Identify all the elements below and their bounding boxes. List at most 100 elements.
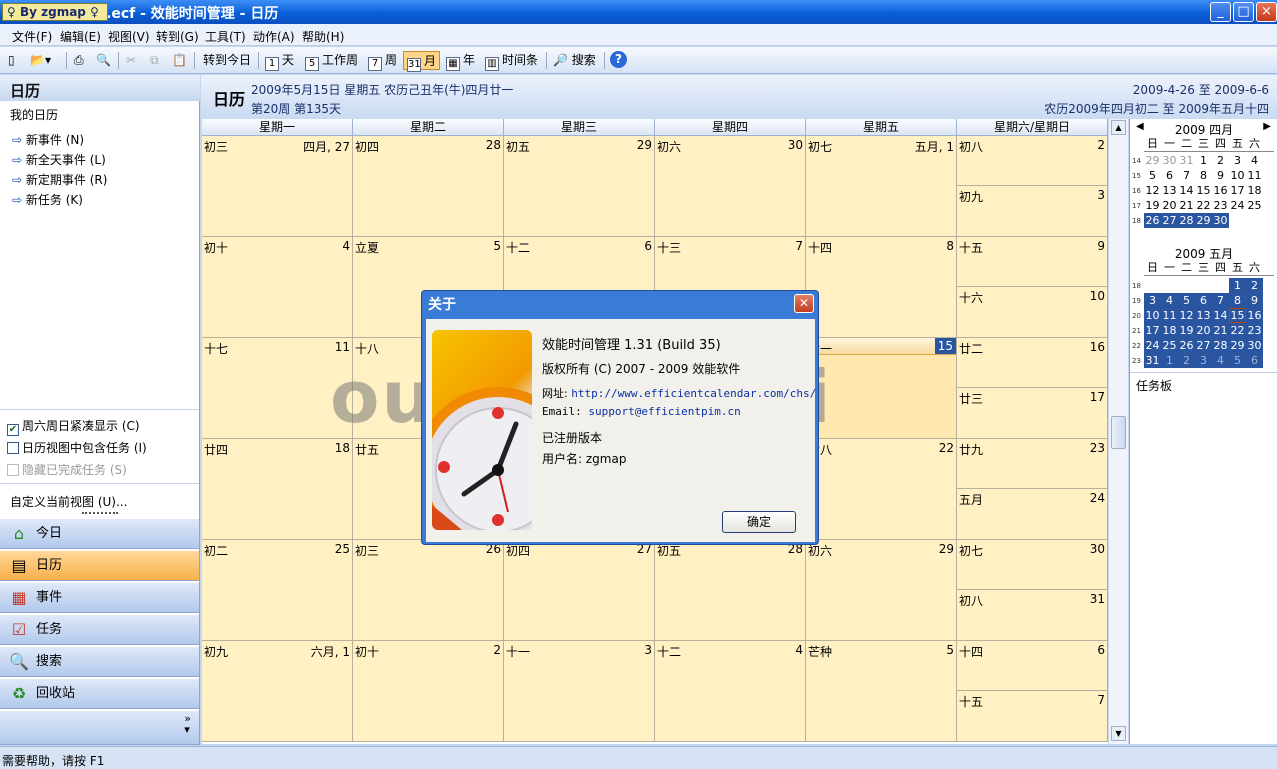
day-cell[interactable]: 初四 27 [504,540,655,641]
menu-tools[interactable]: 工具(T) [205,28,246,45]
mini-cal-day[interactable]: 18 [1161,323,1178,338]
mini-cal-day[interactable]: 25 [1161,338,1178,353]
nav-overflow[interactable]: » ▾ [0,710,199,745]
day-cell[interactable]: 初三 26 [353,540,504,641]
chevron-left-icon[interactable]: ◀ [1136,121,1144,132]
day-cell[interactable]: 初十 4 [202,237,353,338]
menu-goto[interactable]: 转到(G) [156,28,199,45]
menu-file[interactable]: 文件(F) [12,28,52,45]
day-view-button[interactable]: 1天 [265,51,294,71]
sunday-cell[interactable]: 初九 3 [957,186,1108,237]
mini-cal-day[interactable]: 17 [1229,183,1246,198]
mini-cal-day[interactable]: 7 [1178,168,1195,183]
mini-cal-day[interactable]: 4 [1246,153,1263,168]
menu-edit[interactable]: 编辑(E) [60,28,101,45]
mini-cal-day[interactable]: 3 [1144,293,1161,308]
mini-cal-day[interactable]: 4 [1212,353,1229,368]
day-cell[interactable]: 初九 六月, 1 [202,641,353,742]
nav-search[interactable]: 🔍 搜索 [0,646,199,677]
help-icon[interactable]: ? [610,51,627,68]
day-cell[interactable]: 初四 28 [353,136,504,237]
mini-cal-day[interactable]: 11 [1246,168,1263,183]
mini-cal-day[interactable]: 14 [1178,183,1195,198]
mini-cal-day[interactable]: 16 [1246,308,1263,323]
print-preview-icon[interactable]: 🔍 [96,51,111,70]
sunday-cell[interactable]: 十五 7 [957,691,1108,742]
week-view-button[interactable]: 7周 [368,51,397,71]
saturday-cell[interactable]: 十四 6 [957,641,1108,691]
mini-cal-day[interactable]: 20 [1161,198,1178,213]
day-cell[interactable]: 芒种 5 [806,641,957,742]
mini-cal-day[interactable]: 24 [1144,338,1161,353]
mini-cal-day[interactable]: 22 [1229,323,1246,338]
day-cell[interactable]: 十一 3 [504,641,655,742]
mini-cal-day[interactable]: 26 [1144,213,1161,228]
saturday-cell[interactable]: 廿二 16 [957,338,1108,388]
day-cell[interactable]: 廿四 18 [202,439,353,540]
scroll-up-icon[interactable]: ▲ [1111,120,1126,135]
mini-cal-day[interactable]: 23 [1212,198,1229,213]
scroll-down-icon[interactable]: ▼ [1111,726,1126,741]
mini-cal-day[interactable]: 24 [1229,198,1246,213]
mini-cal-day[interactable]: 29 [1144,153,1161,168]
mini-cal-day[interactable]: 6 [1161,168,1178,183]
mini-cal-day[interactable]: 30 [1212,213,1229,228]
mini-cal-day[interactable]: 6 [1246,353,1263,368]
mini-cal-day[interactable]: 18 [1246,183,1263,198]
workweek-view-button[interactable]: 5 工作周 [305,51,358,71]
mini-cal-day[interactable]: 1 [1161,353,1178,368]
close-button[interactable]: × [1256,2,1277,22]
mini-cal-day[interactable]: 30 [1161,153,1178,168]
mini-cal-day[interactable]: 12 [1144,183,1161,198]
mini-cal-day[interactable]: 10 [1144,308,1161,323]
mini-cal-day[interactable]: 2 [1178,353,1195,368]
mini-cal-day[interactable]: 21 [1178,198,1195,213]
year-view-button[interactable]: ▦ 年 [446,51,475,71]
mini-cal-day[interactable]: 2 [1212,153,1229,168]
mini-cal-day[interactable]: 3 [1229,153,1246,168]
day-cell[interactable]: 初五 29 [504,136,655,237]
website-link[interactable]: http://www.efficientcalendar.com/chs/ [571,387,816,400]
day-cell[interactable]: 初六 29 [806,540,957,641]
day-cell[interactable]: 廿八 22 [806,439,957,540]
mini-cal-day[interactable]: 8 [1229,293,1246,308]
saturday-cell[interactable]: 廿九 23 [957,439,1108,489]
sunday-cell[interactable]: 十六 10 [957,287,1108,338]
scroll-thumb[interactable] [1111,416,1126,449]
copy-icon[interactable]: ⧉ [150,51,159,70]
mini-cal-day[interactable]: 15 [1229,308,1246,323]
mini-cal-day[interactable]: 29 [1229,338,1246,353]
mini-cal-day[interactable]: 25 [1246,198,1263,213]
hide-completed-checkbox[interactable]: 隐藏已完成任务 (S) [7,461,127,478]
mini-cal-day[interactable]: 31 [1178,153,1195,168]
customize-view-link[interactable]: 自定义当前视图 (U)... [10,493,127,510]
new-event-link[interactable]: ⇨ 新事件 (N) [12,131,84,148]
nav-today[interactable]: ⌂ 今日 [0,518,199,549]
day-cell[interactable]: 初六 30 [655,136,806,237]
calendar-scrollbar[interactable]: ▲ ▼ [1108,119,1128,744]
mini-cal-day[interactable]: 5 [1144,168,1161,183]
mini-cal-day[interactable]: 11 [1161,308,1178,323]
mini-cal-day[interactable]: 12 [1178,308,1195,323]
cut-icon[interactable]: ✂ [126,51,136,70]
compact-weekend-checkbox[interactable]: ✔ 周六周日紧凑显示 (C) [7,417,140,436]
menu-actions[interactable]: 动作(A) [253,28,295,45]
mini-cal-day[interactable]: 16 [1212,183,1229,198]
sunday-cell[interactable]: 廿三 17 [957,388,1108,439]
day-cell[interactable]: 十四 8 [806,237,957,338]
mini-cal-day[interactable]: 19 [1178,323,1195,338]
mini-cal-day[interactable]: 27 [1161,213,1178,228]
mini-cal-day[interactable]: 29 [1195,213,1212,228]
mini-cal-day[interactable]: 31 [1144,353,1161,368]
nav-tasks[interactable]: ☑ 任务 [0,614,199,645]
nav-recycle-bin[interactable]: ♻ 回收站 [0,678,199,709]
mini-cal-day[interactable]: 27 [1195,338,1212,353]
mini-cal-day[interactable] [1195,278,1212,293]
mini-cal-day[interactable] [1246,213,1263,228]
splitter-grip[interactable] [82,512,118,515]
menu-help[interactable]: 帮助(H) [302,28,344,45]
mini-cal-day[interactable]: 6 [1195,293,1212,308]
new-icon[interactable]: ▯ [8,51,15,70]
mini-cal-day[interactable] [1212,278,1229,293]
mini-cal-day[interactable] [1178,278,1195,293]
